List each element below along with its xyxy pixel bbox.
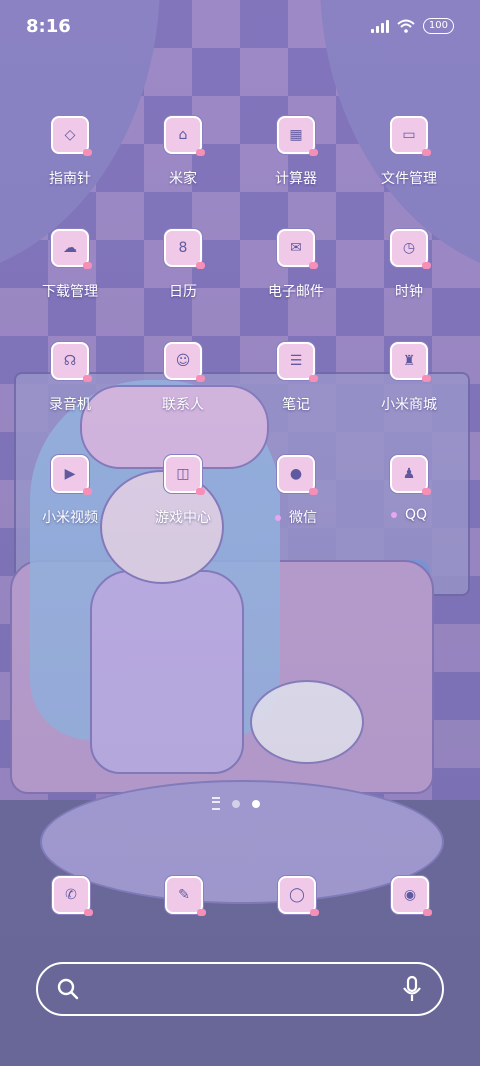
app-label-text: 文件管理 [381,171,437,187]
messages-icon: ✎ [165,876,206,916]
app-label: 下载管理 [42,281,98,301]
app-contacts[interactable]: ☺ 联系人 [123,342,243,442]
mi-home-icon: ⌂ [164,116,205,156]
phone-icon: ✆ [52,876,93,916]
app-label: 时钟 [395,281,423,301]
app-mi-home[interactable]: ⌂ 米家 [123,116,243,216]
status-icons: 100 [370,18,454,34]
app-label: 游戏中心 [155,507,211,527]
app-game[interactable]: ◫ 游戏中心 [123,455,243,555]
dock-phone[interactable]: ✆ [52,876,93,916]
browser-icon: ◯ [278,876,319,916]
app-mail[interactable]: ✉ 电子邮件 [236,229,356,329]
notes-icon: ☰ [277,342,318,382]
app-download[interactable]: ☁ 下载管理 [10,229,130,329]
dock-messages[interactable]: ✎ [165,876,206,916]
app-label: 微信 [275,507,317,527]
recorder-icon: ☊ [51,342,92,382]
search-bar[interactable] [36,962,444,1016]
folder-icon: ▭ [390,116,431,156]
game-icon: ◫ [164,455,205,495]
app-label-text: 米家 [169,171,197,187]
calendar-icon: 8 [164,229,205,269]
app-label: 指南针 [49,168,91,188]
app-label-text: 下载管理 [42,284,98,300]
search-icon [57,978,79,1000]
mail-icon: ✉ [277,229,318,269]
app-compass[interactable]: ◇ 指南针 [10,116,130,216]
app-calculator[interactable]: ▦ 计算器 [236,116,356,216]
app-label-text: 小米视频 [42,510,98,526]
battery-indicator: 100 [422,18,454,34]
app-label: 联系人 [162,394,204,414]
page-dot [232,799,240,808]
app-label-text: QQ [404,507,428,523]
app-clock[interactable]: ◷ 时钟 [349,229,469,329]
new-install-dot [275,515,281,521]
clock-icon: ◷ [390,229,431,269]
download-icon: ☁ [51,229,92,269]
page-list-icon [212,797,220,810]
clock-time: 8:16 [26,15,71,37]
app-qq[interactable]: ♟ QQ [349,455,469,555]
app-label-text: 电子邮件 [268,284,324,300]
video-icon: ▶ [51,455,92,495]
microphone-icon[interactable] [400,975,424,1003]
app-label: 笔记 [282,394,310,414]
app-label-text: 笔记 [282,397,310,413]
wifi-icon [397,19,415,33]
app-label-text: 指南针 [49,171,91,187]
camera-icon: ◉ [391,876,432,916]
page-indicator[interactable] [212,797,260,810]
contacts-icon: ☺ [164,342,205,382]
app-label-text: 计算器 [275,171,317,187]
app-label: 日历 [169,281,197,301]
dock-browser[interactable]: ◯ [278,876,319,916]
app-label: 录音机 [49,394,91,414]
new-install-dot [390,512,397,518]
app-label-text: 时钟 [395,284,423,300]
app-label: 小米商城 [381,394,437,414]
qq-icon: ♟ [390,455,431,495]
app-shop[interactable]: ♜ 小米商城 [349,342,469,442]
status-bar: 8:16 100 [0,0,480,52]
app-label-text: 联系人 [162,397,204,413]
app-label-text: 小米商城 [381,397,437,413]
app-label-text: 录音机 [49,397,91,413]
signal-icon [370,19,389,33]
app-label-text: 微信 [289,510,317,526]
app-folder[interactable]: ▭ 文件管理 [349,116,469,216]
app-label: 电子邮件 [268,281,324,301]
app-video[interactable]: ▶ 小米视频 [10,455,130,555]
app-label-text: 日历 [169,284,197,300]
app-notes[interactable]: ☰ 笔记 [236,342,356,442]
dock-camera[interactable]: ◉ [391,876,432,916]
app-wechat[interactable]: ● 微信 [236,455,356,555]
compass-icon: ◇ [51,116,92,156]
shop-icon: ♜ [390,342,431,382]
app-label: 小米视频 [42,507,98,527]
app-label: 米家 [169,168,197,188]
app-label: 文件管理 [381,168,437,188]
app-recorder[interactable]: ☊ 录音机 [10,342,130,442]
app-label: 计算器 [275,168,317,188]
calculator-icon: ▦ [277,116,318,156]
wechat-icon: ● [277,455,318,495]
page-dot-active [252,799,260,808]
app-label-text: 游戏中心 [155,510,211,526]
app-label: QQ [390,507,428,523]
app-calendar[interactable]: 8 日历 [123,229,243,329]
